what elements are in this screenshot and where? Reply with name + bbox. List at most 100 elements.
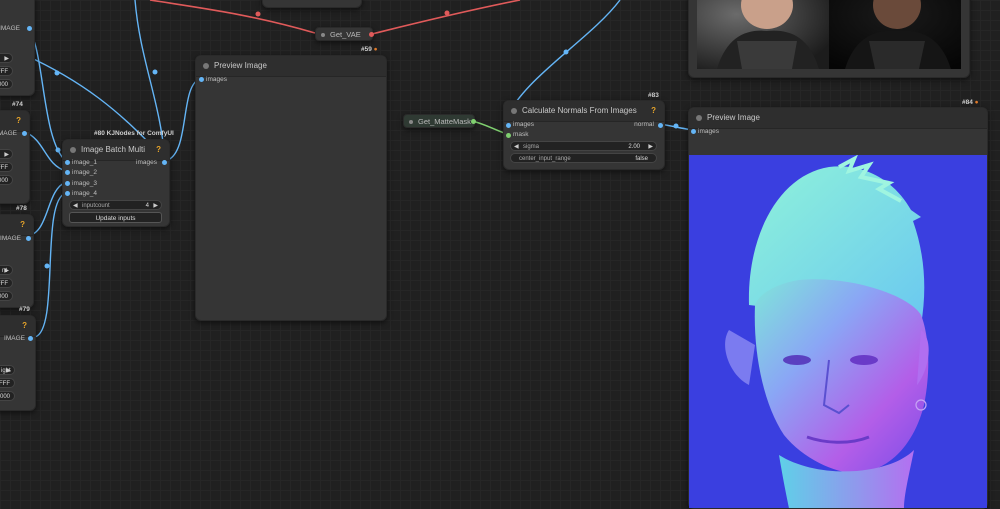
widget[interactable]: FFFFF bbox=[0, 378, 15, 388]
collapse-dot[interactable] bbox=[511, 108, 517, 114]
top-hidden-node[interactable] bbox=[262, 0, 362, 8]
output-pin-images[interactable] bbox=[162, 160, 167, 165]
input-pin-image-3[interactable] bbox=[65, 181, 70, 186]
output-pin[interactable] bbox=[26, 236, 31, 241]
widget-label: sigma bbox=[523, 144, 540, 150]
widget-value: FFF bbox=[0, 69, 8, 75]
normal-map-face bbox=[725, 155, 929, 508]
output-label: normal bbox=[634, 121, 654, 128]
output-pin[interactable] bbox=[471, 119, 476, 124]
collapse-dot[interactable] bbox=[70, 147, 76, 153]
preview-image-node-84[interactable]: Preview Image images bbox=[688, 107, 988, 509]
node-title[interactable]: ? bbox=[0, 215, 33, 236]
portrait-image bbox=[697, 0, 961, 69]
input-label: image_3 bbox=[72, 180, 97, 187]
inputcount-widget[interactable]: ◀ inputcount 4 ▶ bbox=[69, 200, 162, 210]
output-pin[interactable] bbox=[369, 32, 374, 37]
widget[interactable]: 00000 bbox=[0, 79, 13, 89]
output-label: IMAGE bbox=[0, 130, 17, 137]
output-pin[interactable] bbox=[27, 26, 32, 31]
collapse-dot[interactable] bbox=[696, 115, 702, 121]
node-title-text: Get_VAE bbox=[330, 30, 361, 39]
help-icon[interactable]: ? bbox=[651, 101, 656, 121]
help-icon[interactable]: ? bbox=[16, 111, 21, 131]
node-title[interactable]: ? bbox=[0, 111, 29, 132]
input-pin-images[interactable] bbox=[506, 123, 511, 128]
image-node-79[interactable]: ? IMAGE ight▶ FFFFF 00000 bbox=[0, 315, 36, 411]
node-title-text: Get_MatteMask bbox=[418, 117, 471, 126]
node-title[interactable]: Preview Image bbox=[196, 56, 386, 77]
collapse-dot[interactable] bbox=[409, 120, 413, 124]
output-pin-normal[interactable] bbox=[658, 123, 663, 128]
output-label: IMAGE bbox=[0, 235, 21, 242]
arrow-right-icon: ▶ bbox=[153, 203, 158, 209]
node-id-badge: #79 bbox=[19, 306, 30, 313]
preview-image-node-59[interactable]: Preview Image images bbox=[195, 55, 387, 321]
widget-value: 00000 bbox=[0, 394, 10, 400]
input-pin-image-4[interactable] bbox=[65, 191, 70, 196]
node-id: #59 bbox=[361, 46, 372, 53]
input-pin-image-2[interactable] bbox=[65, 170, 70, 175]
node-title[interactable]: ? bbox=[0, 316, 35, 337]
center-input-range-toggle[interactable]: center_input_range false bbox=[510, 153, 657, 163]
mask-link bbox=[471, 120, 508, 135]
node-id-badge: #74 bbox=[12, 101, 23, 108]
widget[interactable]: nt ▶ bbox=[0, 265, 13, 275]
input-label: images bbox=[698, 128, 719, 135]
node-id-badge: #83 bbox=[648, 92, 659, 99]
input-label: images bbox=[513, 121, 534, 128]
image-node-74[interactable]: ? IMAGE ▶ FFFF 00000 bbox=[0, 110, 30, 204]
get-vae-node[interactable]: Get_VAE bbox=[315, 27, 374, 41]
widget[interactable]: 00000 bbox=[0, 391, 15, 401]
help-icon[interactable]: ? bbox=[22, 316, 27, 336]
update-inputs-button[interactable]: Update inputs bbox=[69, 212, 162, 223]
widget-value: FFFFF bbox=[0, 381, 10, 387]
widget[interactable]: 00000 bbox=[0, 175, 13, 185]
arrow-right-icon: ▶ bbox=[6, 368, 11, 374]
node-id: #84 bbox=[962, 99, 973, 106]
help-icon[interactable]: ? bbox=[20, 215, 25, 235]
input-label: image_1 bbox=[72, 159, 97, 166]
top-preview-node[interactable] bbox=[688, 0, 970, 78]
widget[interactable]: FFF bbox=[0, 66, 13, 76]
widget[interactable]: ▶ bbox=[0, 149, 13, 159]
arrow-right-icon: ▶ bbox=[4, 268, 9, 274]
image-node-78[interactable]: ? IMAGE nt▶ FFFF 00000 bbox=[0, 214, 34, 308]
node-title[interactable]: Preview Image bbox=[689, 108, 987, 129]
input-pin-images[interactable] bbox=[199, 77, 204, 82]
node-title[interactable]: Image Batch Multi ? bbox=[63, 140, 169, 161]
input-pin-mask[interactable] bbox=[506, 133, 511, 138]
output-pin[interactable] bbox=[22, 131, 27, 136]
collapse-dot[interactable] bbox=[203, 63, 209, 69]
input-pin-images[interactable] bbox=[691, 129, 696, 134]
arrow-left-icon: ◀ bbox=[73, 203, 78, 209]
widget-label: inputcount bbox=[82, 203, 110, 209]
widget[interactable]: ▶ bbox=[0, 53, 13, 63]
widget-value: false bbox=[635, 156, 648, 162]
calculate-normals-node[interactable]: Calculate Normals From Images ? images m… bbox=[503, 100, 665, 170]
help-icon[interactable]: ? bbox=[156, 140, 161, 160]
collapse-dot[interactable] bbox=[321, 33, 325, 37]
node-title-text: Preview Image bbox=[707, 113, 760, 122]
widget-value: FFFF bbox=[0, 281, 8, 287]
input-pin-image-1[interactable] bbox=[65, 160, 70, 165]
sigma-widget[interactable]: ◀ sigma 2.00 ▶ bbox=[510, 141, 657, 151]
node-title-text: Preview Image bbox=[214, 61, 267, 70]
widget[interactable]: ight ▶ bbox=[0, 365, 15, 375]
widget[interactable]: FFFF bbox=[0, 278, 13, 288]
image-node-partial-1[interactable]: IMAGE ▶ FFF 00000 bbox=[0, 0, 35, 96]
input-label: mask bbox=[513, 131, 529, 138]
output-pin[interactable] bbox=[28, 336, 33, 341]
fox-icon: ● bbox=[373, 46, 378, 53]
widget-value: FFFF bbox=[0, 165, 8, 171]
widget-value: 00000 bbox=[0, 82, 8, 88]
get-mattemask-node[interactable]: Get_MatteMask bbox=[403, 114, 476, 128]
widget[interactable]: FFFF bbox=[0, 162, 13, 172]
node-title[interactable]: Calculate Normals From Images ? bbox=[504, 101, 664, 122]
output-label: IMAGE bbox=[0, 25, 20, 32]
node-title-text: Calculate Normals From Images bbox=[522, 106, 637, 115]
node-source-badge: #80 KJNodes for ComfyUI bbox=[94, 130, 174, 137]
widget[interactable]: 00000 bbox=[0, 291, 13, 301]
image-batch-multi-node[interactable]: Image Batch Multi ? image_1 image_2 imag… bbox=[62, 139, 170, 227]
node-id-badge: #59 ● bbox=[361, 46, 378, 54]
